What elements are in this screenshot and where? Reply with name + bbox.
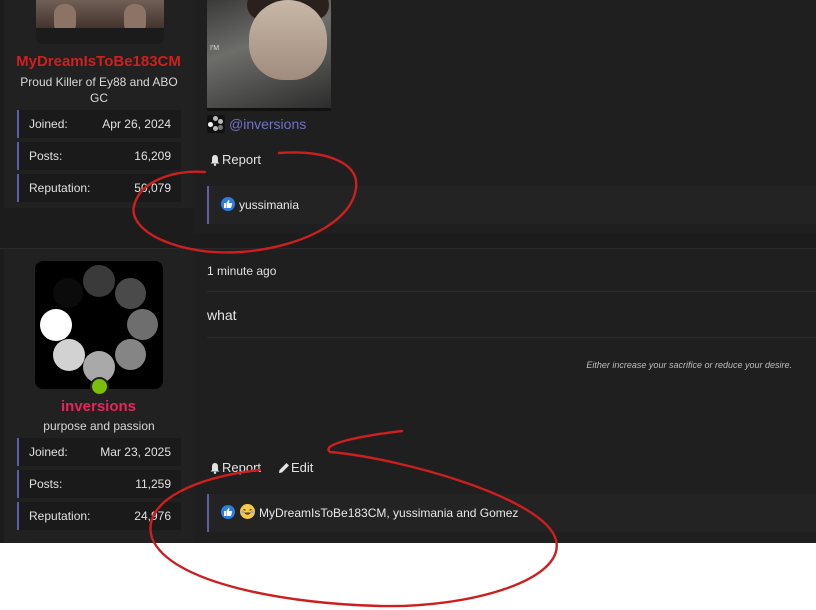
avatar[interactable]	[36, 0, 164, 44]
username[interactable]: inversions	[4, 398, 193, 415]
mention-avatar-icon	[207, 115, 225, 133]
stat-posts: Posts: 11,259	[17, 470, 181, 498]
username[interactable]: MyDreamIsToBe183CM	[4, 53, 193, 70]
stat-value: 16,209	[134, 149, 171, 163]
reactions-bar[interactable]: yussimania	[207, 186, 816, 224]
stat-joined: Joined: Mar 23, 2025	[17, 438, 181, 466]
user-title: purpose and passion	[43, 419, 155, 433]
reaction-users[interactable]: MyDreamIsToBe183CM, yussimania and Gomez	[259, 506, 518, 520]
divider	[207, 337, 816, 338]
stat-label: Posts:	[29, 477, 63, 491]
stat-label: Reputation:	[29, 509, 91, 523]
stat-label: Joined:	[29, 117, 68, 131]
online-status-icon	[90, 377, 109, 396]
stat-value: 50,079	[134, 181, 171, 195]
avatar[interactable]	[35, 261, 163, 389]
stat-value: 24,976	[134, 509, 171, 523]
like-icon	[221, 197, 235, 211]
signature: Either increase your sacrifice or reduce…	[586, 360, 792, 370]
pencil-icon	[279, 463, 289, 473]
bell-icon	[210, 463, 220, 474]
stat-label: Joined:	[29, 445, 68, 459]
post-image[interactable]: I'M	[207, 0, 331, 111]
report-button[interactable]: Report	[209, 152, 261, 167]
stat-value: Apr 26, 2024	[102, 117, 171, 131]
reaction-users[interactable]: yussimania	[239, 198, 299, 212]
haha-emoji-icon	[240, 504, 255, 519]
bell-icon	[210, 155, 220, 166]
stat-label: Reputation:	[29, 181, 91, 195]
report-button[interactable]: Report	[209, 460, 261, 475]
stat-label: Posts:	[29, 149, 63, 163]
edit-button[interactable]: Edit	[278, 460, 313, 475]
divider	[207, 291, 816, 292]
stat-value: Mar 23, 2025	[100, 445, 171, 459]
stat-value: 11,259	[135, 477, 171, 491]
like-icon	[221, 505, 235, 519]
post-timestamp[interactable]: 1 minute ago	[207, 264, 276, 278]
stat-joined: Joined: Apr 26, 2024	[17, 110, 181, 138]
user-title: Proud Killer of Ey88 and ABO GC	[20, 75, 178, 105]
post-message: what	[207, 307, 237, 323]
mention-text: @inversions	[229, 116, 307, 132]
stat-reputation: Reputation: 50,079	[17, 174, 181, 202]
forum-thread: MyDreamIsToBe183CM Proud Killer of Ey88 …	[0, 0, 816, 543]
stat-reputation: Reputation: 24,976	[17, 502, 181, 530]
reactions-bar[interactable]: MyDreamIsToBe183CM, yussimania and Gomez	[207, 494, 816, 532]
user-mention-link[interactable]: @inversions	[207, 115, 306, 133]
stat-posts: Posts: 16,209	[17, 142, 181, 170]
